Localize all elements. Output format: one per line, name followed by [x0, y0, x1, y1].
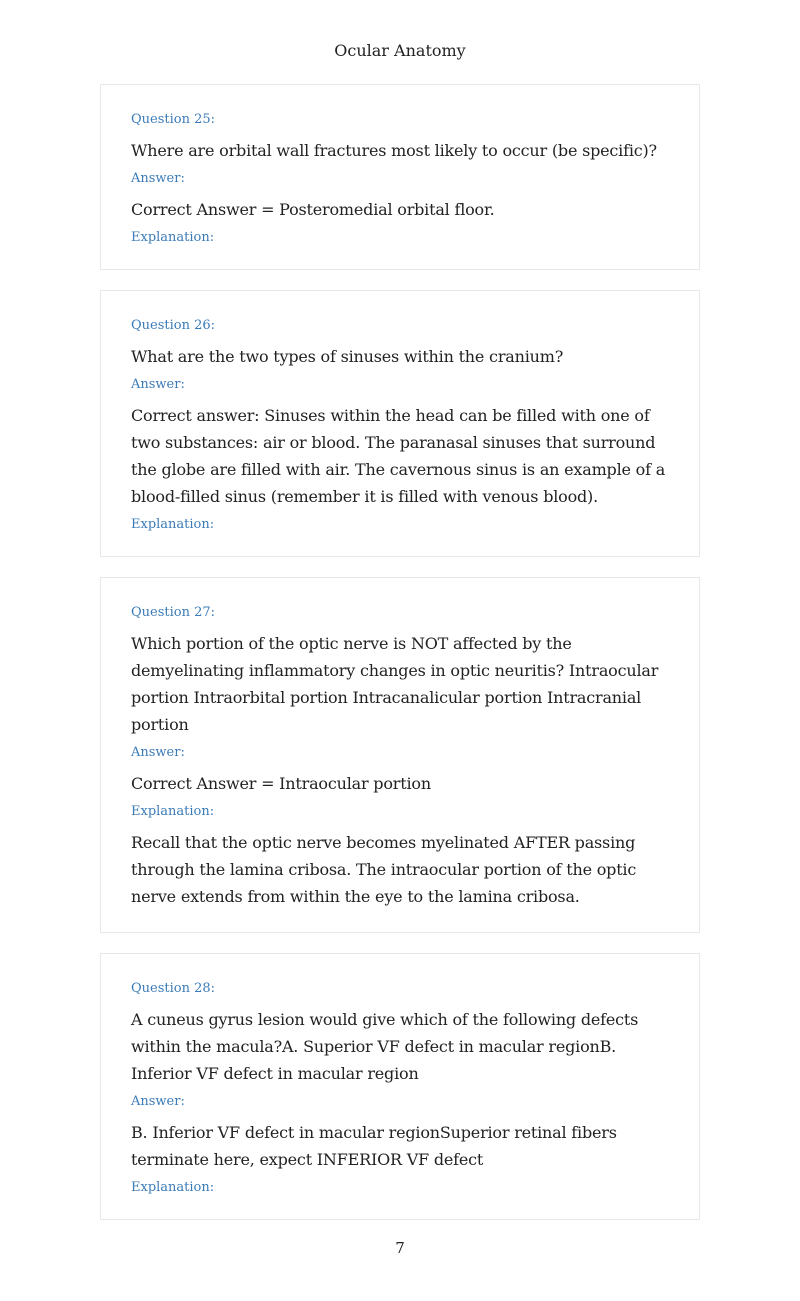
question-number-label: Question 26:: [131, 318, 216, 333]
question-number-label: Question 28:: [131, 981, 216, 996]
answer-text: Correct Answer = Posteromedial orbital f…: [131, 200, 495, 219]
explanation-label: Explanation:: [131, 804, 215, 819]
question-number-label: Question 27:: [131, 605, 216, 620]
explanation-label: Explanation:: [131, 230, 215, 245]
page-number: 7: [395, 1239, 405, 1257]
question-card-26: Question 26: What are the two types of s…: [100, 290, 700, 557]
question-list: Question 25: Where are orbital wall frac…: [100, 84, 700, 1240]
question-text: What are the two types of sinuses within…: [131, 347, 564, 366]
question-card-27: Question 27: Which portion of the optic …: [100, 577, 700, 933]
page-title: Ocular Anatomy: [334, 41, 466, 60]
answer-text: Correct answer: Sinuses within the head …: [131, 406, 666, 506]
answer-label: Answer:: [131, 745, 185, 760]
answer-label: Answer:: [131, 1094, 185, 1109]
answer-label: Answer:: [131, 377, 185, 392]
question-text: A cuneus gyrus lesion would give which o…: [131, 1010, 639, 1083]
explanation-label: Explanation:: [131, 517, 215, 532]
answer-text: B. Inferior VF defect in macular regionS…: [131, 1123, 617, 1169]
answer-text: Correct Answer = Intraocular portion: [131, 774, 431, 793]
question-text: Which portion of the optic nerve is NOT …: [131, 634, 659, 734]
explanation-label: Explanation:: [131, 1180, 215, 1195]
question-text: Where are orbital wall fractures most li…: [131, 141, 657, 160]
question-card-28: Question 28: A cuneus gyrus lesion would…: [100, 953, 700, 1220]
question-card-25: Question 25: Where are orbital wall frac…: [100, 84, 700, 270]
question-number-label: Question 25:: [131, 112, 216, 127]
explanation-text: Recall that the optic nerve becomes myel…: [131, 833, 637, 906]
answer-label: Answer:: [131, 171, 185, 186]
